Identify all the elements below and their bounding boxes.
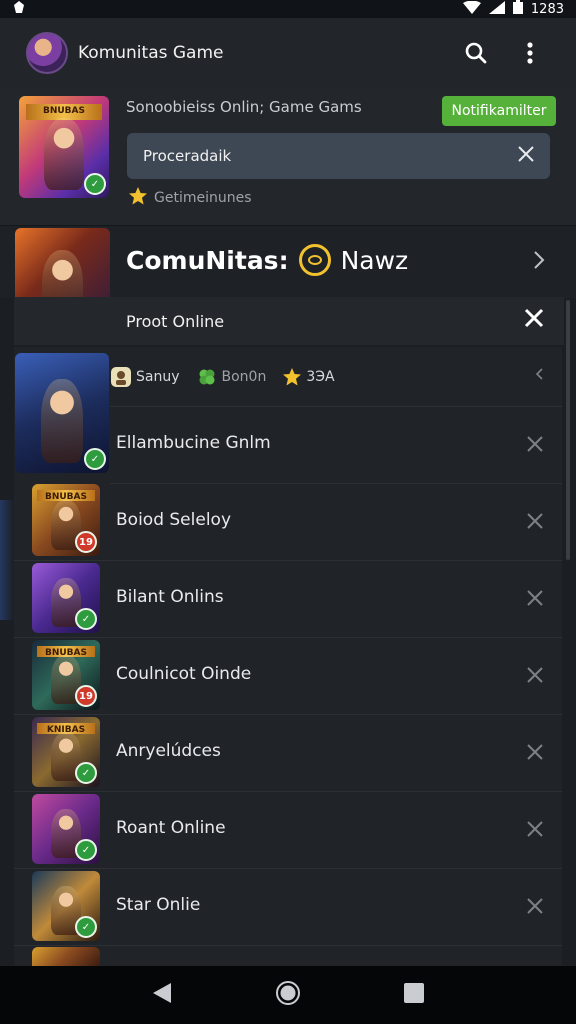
notification-icon bbox=[12, 0, 26, 18]
meta-chip: 3ЭA bbox=[282, 367, 335, 387]
star-icon bbox=[283, 367, 302, 385]
coin-icon bbox=[298, 244, 331, 276]
battery-icon bbox=[512, 0, 523, 18]
game-cover-art[interactable]: BNUBAS ✓ bbox=[19, 96, 109, 198]
list-item-label: Star Onlie bbox=[116, 895, 201, 915]
verified-badge-icon: ✓ bbox=[75, 762, 97, 784]
close-icon[interactable] bbox=[526, 589, 544, 611]
verified-badge-icon: ✓ bbox=[84, 448, 106, 470]
list-item-label: Roant Online bbox=[116, 818, 226, 838]
list-item-cover-art: BNUBAS 19 bbox=[32, 640, 100, 710]
status-bar: 1283 bbox=[0, 0, 576, 18]
app-title: Komunitas Game bbox=[78, 43, 224, 63]
list-item[interactable]: BNUBAS 19 Boiod Seleloy bbox=[14, 484, 562, 561]
dismiss-label: Proot Online bbox=[126, 311, 225, 331]
character-figure bbox=[41, 379, 83, 464]
signal-icon bbox=[488, 0, 505, 18]
search-button[interactable] bbox=[456, 33, 496, 73]
list-cover-art[interactable]: ✓ bbox=[15, 353, 109, 473]
meta-chip: Bon0n bbox=[196, 366, 267, 388]
system-nav-bar bbox=[0, 966, 576, 1024]
close-icon[interactable] bbox=[526, 435, 544, 457]
user-icon bbox=[111, 366, 131, 387]
meta-chip-label: Bon0n bbox=[221, 368, 267, 385]
more-options-button[interactable] bbox=[510, 33, 550, 73]
rating-text: Getimeinunes bbox=[154, 190, 252, 206]
list-item-cover-art bbox=[32, 947, 100, 967]
list-item-label: Coulnicot Oinde bbox=[116, 664, 252, 684]
game-subtitle: Sonoobieiss Onlin; Game Gams bbox=[126, 98, 362, 116]
list-item-cover-art: BNUBAS 19 bbox=[32, 484, 100, 556]
search-icon bbox=[465, 42, 487, 64]
search-field[interactable] bbox=[127, 133, 550, 179]
list-item[interactable]: BNUBAS 19 Coulnicot Oinde bbox=[14, 638, 562, 715]
back-icon[interactable] bbox=[151, 981, 173, 1009]
notification-button[interactable]: Notifikamilter bbox=[442, 96, 556, 126]
list-item-cover-art: KNIBAS ✓ bbox=[32, 717, 100, 787]
close-icon[interactable] bbox=[524, 308, 544, 332]
list-item[interactable]: ✓ Roant Online bbox=[14, 792, 562, 869]
home-icon[interactable] bbox=[275, 980, 301, 1010]
list-item-label: Anryelúdces bbox=[116, 741, 221, 761]
close-icon[interactable] bbox=[526, 512, 544, 534]
game-list: ✓ Sanuy Bon0n 3ЭA Ellambucine Gnlm BNUBA… bbox=[14, 347, 562, 967]
clover-icon bbox=[199, 369, 214, 384]
recents-icon[interactable] bbox=[403, 982, 425, 1008]
list-item[interactable]: KNIBAS ✓ Anryelúdces bbox=[14, 715, 562, 792]
star-icon bbox=[128, 186, 148, 210]
clock-text: 1283 bbox=[530, 1, 564, 17]
character-figure bbox=[44, 118, 84, 190]
list-item[interactable]: ✓ Bilant Onlins bbox=[14, 561, 562, 638]
list-item-label: Ellambucine Gnlm bbox=[116, 433, 271, 453]
verified-badge-icon: ✓ bbox=[84, 173, 106, 195]
avatar[interactable] bbox=[26, 32, 68, 74]
list-item-label: Boiod Seleloy bbox=[116, 510, 231, 530]
search-input[interactable] bbox=[143, 147, 518, 165]
rating-row: Getimeinunes bbox=[128, 186, 252, 210]
age-rating-badge-icon: 19 bbox=[75, 531, 97, 553]
list-item[interactable]: Ellambucine Gnlm bbox=[110, 407, 562, 484]
verified-badge-icon: ✓ bbox=[75, 916, 97, 938]
list-item[interactable]: ✓ Star Onlie bbox=[14, 869, 562, 946]
dismiss-bar: Proot Online bbox=[14, 297, 564, 345]
chevron-left-icon[interactable] bbox=[534, 367, 544, 385]
list-item-cover-art: ✓ bbox=[32, 794, 100, 864]
meta-chip: Sanuy bbox=[110, 366, 180, 388]
list-item-cover-art: ✓ bbox=[32, 871, 100, 941]
age-rating-badge-icon: 19 bbox=[75, 685, 97, 707]
background-glow bbox=[0, 500, 14, 620]
list-item-cover-art: ✓ bbox=[32, 563, 100, 633]
verified-badge-icon: ✓ bbox=[75, 839, 97, 861]
featured-title: ComuNitas: Nawz bbox=[126, 244, 408, 276]
scrollbar[interactable] bbox=[566, 300, 570, 560]
news-label: Nawz bbox=[340, 245, 409, 275]
more-vert-icon bbox=[527, 42, 533, 64]
app-bar: Komunitas Game bbox=[0, 18, 576, 88]
close-icon[interactable] bbox=[526, 820, 544, 842]
chevron-right-icon[interactable] bbox=[532, 250, 546, 274]
meta-chip-label: 3ЭA bbox=[306, 368, 335, 385]
featured-title-text: ComuNitas: bbox=[126, 245, 289, 275]
wifi-icon bbox=[462, 0, 481, 18]
close-icon[interactable] bbox=[526, 897, 544, 919]
meta-row: Sanuy Bon0n 3ЭA bbox=[110, 347, 562, 407]
list-item-label: Bilant Onlins bbox=[116, 587, 224, 607]
verified-badge-icon: ✓ bbox=[75, 608, 97, 630]
clear-icon[interactable] bbox=[518, 146, 534, 166]
meta-chip-label: Sanuy bbox=[136, 368, 180, 385]
close-icon[interactable] bbox=[526, 743, 544, 765]
close-icon[interactable] bbox=[526, 666, 544, 688]
